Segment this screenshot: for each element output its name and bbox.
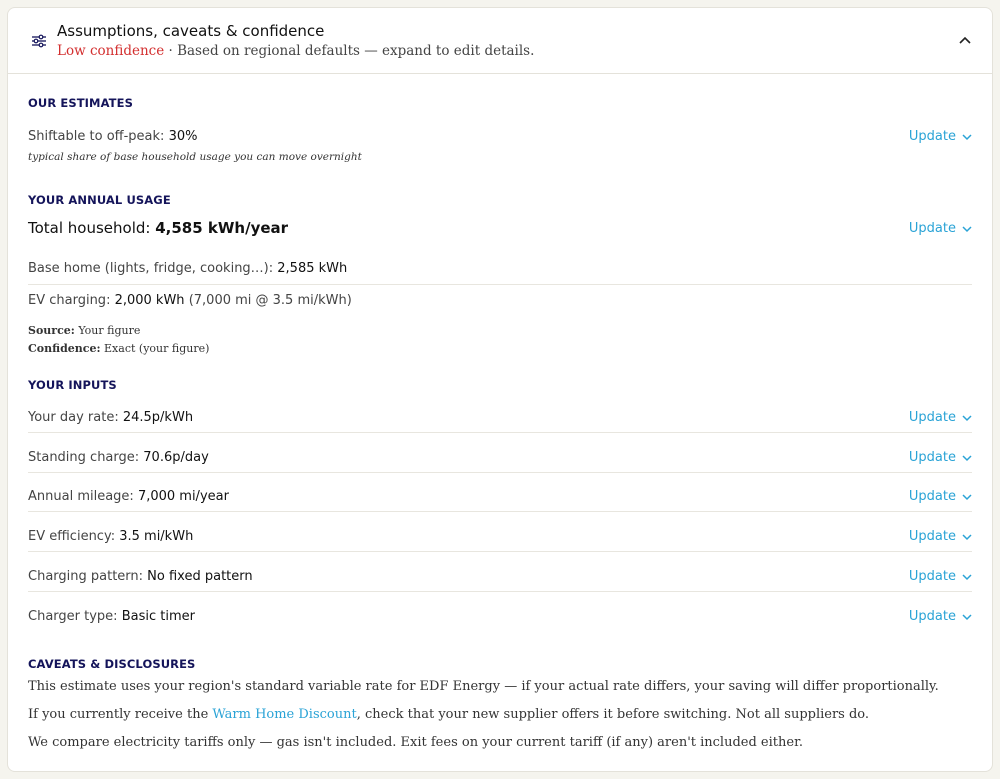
divider: [28, 284, 972, 285]
input-label: EV efficiency:: [28, 529, 120, 544]
update-label: Update: [908, 609, 956, 624]
chevron-down-icon: [962, 533, 972, 540]
shiftable-note: typical share of base household usage yo…: [28, 151, 362, 163]
ev-charging-row: EV charging: 2,000 kWh (7,000 mi @ 3.5 m…: [28, 293, 972, 308]
chevron-down-icon: [962, 493, 972, 500]
section-title-caveats: CAVEATS & DISCLOSURES: [28, 657, 196, 671]
input-row: Charging pattern: No fixed pattern: [28, 569, 972, 584]
update-label: Update: [908, 129, 956, 144]
caveat-line-3: We compare electricity tariffs only — ga…: [28, 735, 803, 750]
update-label: Update: [908, 489, 956, 504]
update-button-shiftable[interactable]: Update: [909, 129, 972, 144]
total-household-row: Total household: 4,585 kWh/year: [28, 219, 972, 237]
input-row: Charger type: Basic timer: [28, 609, 972, 624]
source-line: Source: Your figure: [28, 324, 140, 337]
update-button-input[interactable]: Update: [909, 609, 972, 624]
confidence-label: Confidence:: [28, 342, 101, 355]
confidence-value: Exact (your figure): [100, 342, 210, 355]
input-value: 7,000 mi/year: [137, 489, 229, 504]
divider: [28, 591, 972, 592]
panel-header[interactable]: Assumptions, caveats & confidence Low co…: [8, 8, 992, 74]
input-row: EV efficiency: 3.5 mi/kWh: [28, 529, 972, 544]
input-value: Basic timer: [121, 609, 195, 624]
update-button-input[interactable]: Update: [909, 410, 972, 425]
chevron-down-icon: [962, 225, 972, 232]
total-label: Total household:: [28, 219, 156, 237]
panel-title: Assumptions, caveats & confidence: [57, 22, 325, 40]
input-value: No fixed pattern: [147, 569, 253, 584]
divider: [28, 551, 972, 552]
section-title-estimates: OUR ESTIMATES: [28, 96, 133, 110]
shiftable-label: Shiftable to off-peak:: [28, 129, 169, 144]
input-row: Standing charge: 70.6p/day: [28, 450, 972, 465]
update-button-input[interactable]: Update: [909, 489, 972, 504]
confidence-line: Confidence: Exact (your figure): [28, 342, 209, 355]
chevron-down-icon: [962, 573, 972, 580]
caveat-line-2: If you currently receive the Warm Home D…: [28, 707, 972, 722]
input-label: Charger type:: [28, 609, 122, 624]
chevron-down-icon: [962, 613, 972, 620]
update-button-input[interactable]: Update: [909, 529, 972, 544]
input-value: 3.5 mi/kWh: [119, 529, 194, 544]
input-label: Charging pattern:: [28, 569, 148, 584]
update-button-input[interactable]: Update: [909, 569, 972, 584]
divider: [28, 511, 972, 512]
base-home-row: Base home (lights, fridge, cooking…): 2,…: [28, 261, 972, 276]
ev-detail: (7,000 mi @ 3.5 mi/kWh): [184, 293, 352, 308]
shiftable-value: 30%: [168, 129, 198, 144]
chevron-down-icon: [962, 133, 972, 140]
input-label: Annual mileage:: [28, 489, 138, 504]
update-button-input[interactable]: Update: [909, 450, 972, 465]
divider: [28, 472, 972, 473]
caveat-text: If you currently receive the: [28, 707, 213, 722]
section-title-inputs: YOUR INPUTS: [28, 378, 117, 392]
update-label: Update: [908, 410, 956, 425]
base-label: Base home (lights, fridge, cooking…):: [28, 261, 278, 276]
update-button-total[interactable]: Update: [909, 221, 972, 236]
subtitle-text: · Based on regional defaults — expand to…: [164, 43, 535, 59]
panel-subtitle: Low confidence · Based on regional defau…: [57, 43, 534, 59]
update-label: Update: [908, 221, 956, 236]
caveat-line-1: This estimate uses your region's standar…: [28, 679, 939, 694]
sliders-icon: [32, 34, 46, 48]
input-row: Your day rate: 24.5p/kWh: [28, 410, 972, 425]
ev-label: EV charging:: [28, 293, 115, 308]
assumptions-panel: Assumptions, caveats & confidence Low co…: [7, 7, 993, 772]
warm-home-discount-link[interactable]: Warm Home Discount: [212, 707, 356, 722]
base-value: 2,585 kWh: [277, 261, 348, 276]
input-value: 24.5p/kWh: [122, 410, 194, 425]
input-row: Annual mileage: 7,000 mi/year: [28, 489, 972, 504]
ev-value: 2,000 kWh: [114, 293, 185, 308]
caveat-text: , check that your new supplier offers it…: [356, 707, 870, 722]
chevron-down-icon: [962, 414, 972, 421]
update-label: Update: [908, 529, 956, 544]
input-value: 70.6p/day: [143, 450, 209, 465]
update-label: Update: [908, 450, 956, 465]
section-title-usage: YOUR ANNUAL USAGE: [28, 193, 171, 207]
source-value: Your figure: [74, 324, 141, 337]
chevron-down-icon: [962, 454, 972, 461]
input-label: Standing charge:: [28, 450, 144, 465]
update-label: Update: [908, 569, 956, 584]
collapse-chevron-icon[interactable]: [958, 34, 972, 48]
shiftable-row: Shiftable to off-peak: 30%: [28, 129, 972, 144]
input-label: Your day rate:: [28, 410, 123, 425]
confidence-badge: Low confidence: [57, 43, 165, 59]
divider: [28, 432, 972, 433]
total-value: 4,585 kWh/year: [155, 219, 289, 237]
source-label: Source:: [28, 324, 75, 337]
